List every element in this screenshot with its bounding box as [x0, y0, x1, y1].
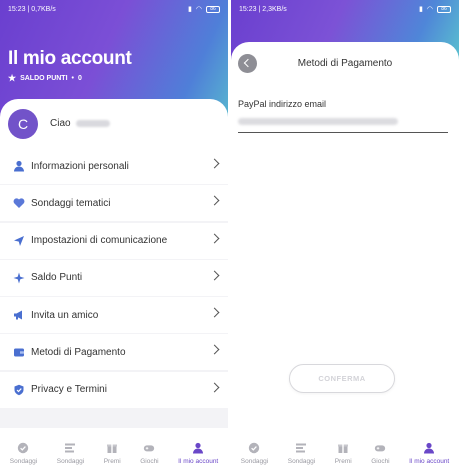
- tab-sondaggi-list[interactable]: Sondaggi: [57, 442, 84, 465]
- chevron-right-icon: [209, 307, 220, 318]
- megaphone-icon: [12, 309, 25, 322]
- tab-sondaggi[interactable]: Sondaggi: [241, 442, 268, 465]
- paypal-email-label: PayPal indirizzo email: [238, 99, 327, 109]
- heart-icon: [12, 197, 25, 210]
- wifi-icon: ◠: [195, 6, 202, 13]
- points-label: SALDO PUNTI: [20, 75, 68, 82]
- tab-il-mio-account[interactable]: Il mio account: [178, 442, 218, 465]
- tab-label: Sondaggi: [240, 457, 269, 465]
- tab-premi[interactable]: Premi: [104, 442, 121, 465]
- menu-item-invita-amico[interactable]: Invita un amico: [0, 297, 228, 334]
- tab-label: Giochi: [140, 457, 159, 465]
- menu-item-metodi-pagamento[interactable]: Metodi di Pagamento: [0, 334, 228, 371]
- tab-label: Il mio account: [178, 457, 219, 465]
- menu-item-label: Invita un amico: [31, 309, 99, 321]
- gift-icon: [106, 442, 118, 454]
- profile-card: C Ciao: [0, 99, 228, 154]
- battery-icon: 86: [206, 5, 220, 13]
- status-time: 15:23: [239, 5, 257, 13]
- chevron-right-icon: [209, 345, 220, 355]
- menu-item-label: Metodi di Pagamento: [31, 346, 126, 358]
- chevron-right-icon: [209, 270, 220, 281]
- list-icon: [295, 442, 307, 454]
- menu-item-label: Sondaggi tematici: [31, 197, 111, 209]
- gamepad-icon: [374, 442, 386, 454]
- menu-item-label: Informazioni personali: [31, 160, 129, 172]
- screenshot-stage: 15:23 | 0,7KB/s ▮ ◠ 86 Il mio account ★ …: [0, 0, 459, 474]
- signal-icon: ▮: [188, 6, 192, 13]
- redacted-username: [75, 120, 110, 127]
- list-icon: [64, 442, 76, 454]
- menu-item-label: Privacy e Termini: [31, 384, 107, 396]
- status-bar: 15:23 | 2,3KB/s ▮ ◠ 86: [231, 0, 459, 18]
- tab-label: Sondaggi: [56, 457, 85, 465]
- sparkle-icon: [12, 271, 25, 284]
- account-screen: 15:23 | 0,7KB/s ▮ ◠ 86 Il mio account ★ …: [0, 0, 228, 474]
- shield-icon: [12, 383, 25, 396]
- status-bar: 15:23 | 0,7KB/s ▮ ◠ 86: [0, 0, 228, 18]
- payment-methods-screen: 15:23 | 2,3KB/s ▮ ◠ 86 Metodi di Pagamen…: [231, 0, 459, 474]
- status-speed: 0,7KB/s: [31, 5, 56, 13]
- tab-il-mio-account[interactable]: Il mio account: [409, 442, 449, 465]
- payment-card: Metodi di Pagamento PayPal indirizzo ema…: [231, 42, 459, 474]
- tab-sondaggi[interactable]: Sondaggi: [10, 442, 37, 465]
- tab-label: Sondaggi: [287, 457, 316, 465]
- points-value: 0: [77, 75, 82, 82]
- user-icon: [192, 442, 204, 454]
- check-circle-icon: [248, 442, 260, 454]
- avatar: C: [8, 109, 38, 139]
- menu-item-saldo-punti[interactable]: Saldo Punti: [0, 259, 228, 296]
- send-icon: [12, 234, 25, 247]
- points-summary: ★ SALDO PUNTI • 0: [8, 73, 82, 84]
- bottom-tab-bar: Sondaggi Sondaggi Premi Giochi Il mio ac…: [0, 428, 228, 474]
- menu-item-sondaggi-tematici[interactable]: Sondaggi tematici: [0, 185, 228, 222]
- paypal-email-field[interactable]: [238, 118, 398, 125]
- tab-giochi[interactable]: Giochi: [371, 442, 390, 465]
- menu-item-label: Impostazioni di comunicazione: [31, 235, 168, 247]
- gift-icon: [337, 442, 349, 454]
- tab-label: Giochi: [371, 457, 390, 465]
- gamepad-icon: [143, 442, 155, 454]
- menu-item-privacy-termini[interactable]: Privacy e Termini: [0, 371, 228, 408]
- menu-item-label: Saldo Punti: [31, 272, 83, 284]
- tab-premi[interactable]: Premi: [335, 442, 352, 465]
- greeting: Ciao: [50, 118, 110, 129]
- check-circle-icon: [17, 442, 29, 454]
- tab-label: Sondaggi: [9, 457, 38, 465]
- person-icon: [12, 160, 25, 173]
- tab-sondaggi-list[interactable]: Sondaggi: [288, 442, 315, 465]
- battery-icon: 86: [437, 5, 451, 13]
- confirm-button[interactable]: CONFERMA: [289, 364, 395, 393]
- chevron-right-icon: [209, 233, 220, 244]
- field-underline: [238, 132, 448, 133]
- tab-label: Premi: [334, 457, 352, 465]
- star-icon: ★: [8, 73, 17, 83]
- account-menu: Informazioni personali Sondaggi tematici…: [0, 148, 228, 409]
- chevron-right-icon: [209, 195, 220, 206]
- tab-giochi[interactable]: Giochi: [140, 442, 159, 465]
- wallet-icon: [12, 346, 25, 359]
- points-separator: •: [71, 75, 74, 82]
- greeting-text: Ciao: [50, 118, 71, 129]
- page-title: Il mio account: [8, 48, 132, 69]
- tab-label: Il mio account: [409, 457, 450, 465]
- chevron-right-icon: [209, 158, 220, 169]
- menu-item-informazioni-personali[interactable]: Informazioni personali: [0, 148, 228, 184]
- user-icon: [423, 442, 435, 454]
- bottom-tab-bar: Sondaggi Sondaggi Premi Giochi Il mio ac…: [231, 428, 459, 474]
- chevron-right-icon: [209, 382, 220, 393]
- signal-icon: ▮: [419, 6, 423, 13]
- wifi-icon: ◠: [426, 6, 433, 13]
- page-title: Metodi di Pagamento: [297, 58, 393, 69]
- tab-label: Premi: [103, 457, 121, 465]
- menu-item-impostazioni-comunicazione[interactable]: Impostazioni di comunicazione: [0, 222, 228, 259]
- status-speed: 2,3KB/s: [262, 5, 287, 13]
- status-time: 15:23: [8, 5, 26, 13]
